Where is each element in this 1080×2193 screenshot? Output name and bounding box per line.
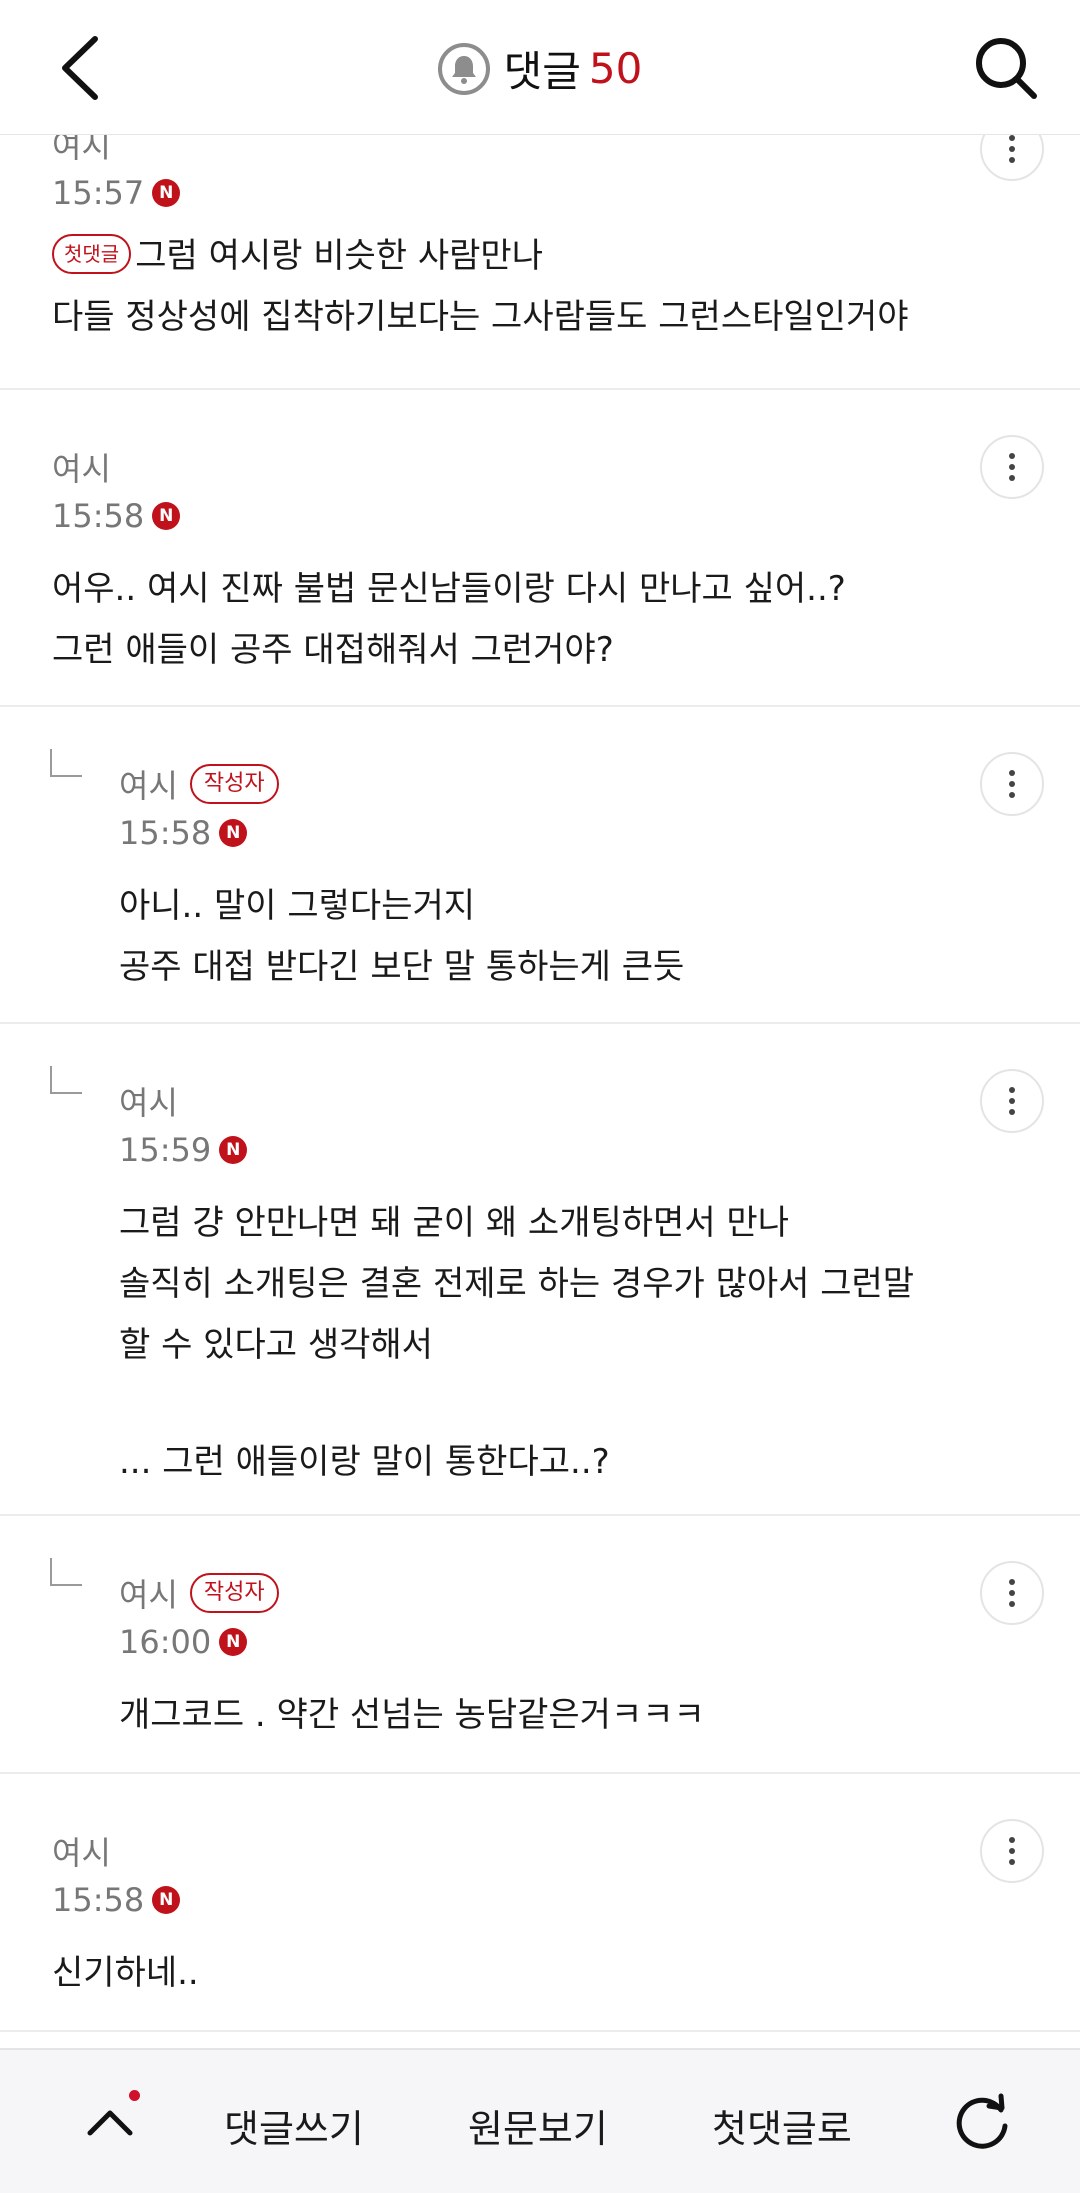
more-options-button[interactable] bbox=[980, 1819, 1044, 1883]
comment-author: 여시 bbox=[119, 1576, 178, 1614]
author-badge: 작성자 bbox=[189, 1573, 279, 1613]
more-options-button[interactable] bbox=[980, 1561, 1044, 1625]
comment-time: 15:59 bbox=[119, 1131, 212, 1169]
reply-item: 여시 작성자 15:58 N 아니.. 말이 그렇다는거지 공주 대접 받다긴 … bbox=[0, 707, 1080, 1024]
comment-text: 첫댓글 그럼 여시랑 비슷한 사람만나 다들 정상성에 집착하기보다는 그사람들도… bbox=[52, 226, 980, 348]
comment-time: 15:58 bbox=[52, 497, 145, 535]
comment-text: 아니.. 말이 그렇다는거지 공주 대접 받다긴 보단 말 통하는게 큰듯 bbox=[119, 886, 685, 987]
comment-item: 여시 15:58 N 신기하네.. bbox=[0, 1774, 1080, 2032]
comment-time: 15:57 bbox=[52, 174, 145, 212]
comment-count: 50 bbox=[588, 44, 643, 93]
comment-item: 여시 15:58 N 어우.. 여시 진짜 불법 문신남들이랑 다시 만나고 싶… bbox=[0, 390, 1080, 707]
new-badge: N bbox=[219, 1136, 248, 1164]
reply-item: 여시 작성자 16:00 N 개그코드 . 약간 선넘는 농담같은거ㅋㅋㅋ bbox=[0, 1516, 1080, 1774]
reply-indicator-icon bbox=[50, 1558, 82, 1586]
comment-list: 여시 15:57 N 첫댓글 그럼 여시랑 비슷한 사람만나 다들 정상성에 집착… bbox=[0, 117, 1080, 2032]
comment-author: 여시 bbox=[52, 1834, 111, 1872]
more-vertical-icon bbox=[1009, 1837, 1015, 1865]
chevron-up-icon bbox=[87, 2110, 133, 2136]
author-badge: 작성자 bbox=[189, 764, 279, 804]
new-badge: N bbox=[152, 179, 181, 207]
more-vertical-icon bbox=[1009, 135, 1015, 163]
first-comment-button[interactable]: 첫댓글로 bbox=[712, 2098, 852, 2153]
write-comment-button[interactable]: 댓글쓰기 bbox=[224, 2098, 364, 2153]
comment-time: 15:58 bbox=[119, 814, 212, 852]
comment-author: 여시 bbox=[119, 767, 178, 805]
more-options-button[interactable] bbox=[980, 435, 1044, 499]
more-vertical-icon bbox=[1009, 770, 1015, 798]
scroll-top-button[interactable] bbox=[70, 2082, 150, 2162]
search-button[interactable] bbox=[968, 30, 1044, 106]
bell-icon[interactable] bbox=[437, 42, 490, 95]
comment-text: 그럼 걍 안만나면 돼 굳이 왜 소개팅하면서 만나 솔직히 소개팅은 결혼 전… bbox=[119, 1203, 915, 1482]
comment-author: 여시 bbox=[52, 450, 111, 488]
comment-text: 개그코드 . 약간 선넘는 농담같은거ㅋㅋㅋ bbox=[119, 1695, 705, 1735]
more-options-button[interactable] bbox=[980, 752, 1044, 816]
header-title-group: 댓글 50 bbox=[0, 38, 1080, 99]
reply-indicator-icon bbox=[50, 1066, 82, 1094]
more-vertical-icon bbox=[1009, 453, 1015, 481]
view-original-button[interactable]: 원문보기 bbox=[468, 2098, 608, 2153]
new-badge: N bbox=[152, 1886, 181, 1914]
notification-dot bbox=[129, 2090, 140, 2101]
more-vertical-icon bbox=[1009, 1579, 1015, 1607]
more-vertical-icon bbox=[1009, 1087, 1015, 1115]
new-badge: N bbox=[219, 819, 248, 847]
comment-time: 15:58 bbox=[52, 1881, 145, 1919]
more-options-button[interactable] bbox=[980, 1069, 1044, 1133]
new-badge: N bbox=[219, 1628, 248, 1656]
bottom-action-bar: 댓글쓰기 원문보기 첫댓글로 bbox=[0, 2048, 1080, 2193]
comment-author: 여시 bbox=[119, 1084, 178, 1122]
comment-text: 어우.. 여시 진짜 불법 문신남들이랑 다시 만나고 싶어..? 그런 애들이… bbox=[52, 569, 846, 670]
new-badge: N bbox=[152, 502, 181, 530]
reply-item: 여시 15:59 N 그럼 걍 안만나면 돼 굳이 왜 소개팅하면서 만나 솔직… bbox=[0, 1024, 1080, 1516]
refresh-button[interactable] bbox=[939, 2080, 1025, 2166]
comment-text: 신기하네.. bbox=[52, 1953, 199, 1993]
header: 댓글 50 bbox=[0, 0, 1080, 135]
page-title: 댓글 bbox=[503, 47, 581, 96]
refresh-icon bbox=[956, 2093, 1008, 2149]
first-comment-badge: 첫댓글 bbox=[52, 233, 132, 274]
comment-item: 여시 15:57 N 첫댓글 그럼 여시랑 비슷한 사람만나 다들 정상성에 집착… bbox=[0, 117, 1080, 390]
comment-time: 16:00 bbox=[119, 1623, 212, 1661]
reply-indicator-icon bbox=[50, 749, 82, 777]
search-icon bbox=[976, 38, 1037, 99]
